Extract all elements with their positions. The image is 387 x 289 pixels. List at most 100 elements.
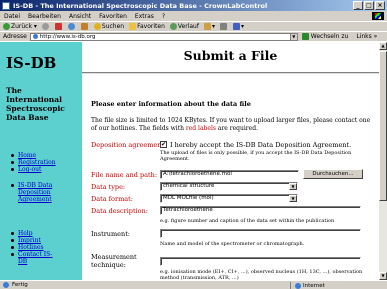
nav-hotlines: Hotlines (10, 244, 52, 251)
deposition-label: Deposition agreement: (91, 141, 167, 149)
data-format-select[interactable]: MDL MOLfile (mol) ▼ (160, 194, 298, 203)
description-label: Data description: (91, 207, 148, 215)
page-title: Submit a File (183, 48, 278, 63)
nav-imprint: Imprint (10, 237, 52, 244)
data-type-label: Data type: (91, 183, 126, 191)
favorites-icon (129, 23, 137, 30)
deposition-checkbox-text: I hereby accept the IS-DB Data Depositio… (170, 141, 352, 149)
nav-contact: Contact IS- (10, 251, 52, 258)
page-icon (32, 34, 38, 39)
nav-contact-cont: DB (18, 258, 27, 265)
nav-logout: Log-out (10, 166, 56, 173)
nav-registration-link[interactable]: Registration (18, 159, 56, 166)
browser-window: IS-DB - The International Spectroscopic … (0, 0, 387, 289)
address-input[interactable]: http://www.is-db.org ▼ (29, 32, 298, 41)
forward-button[interactable] (41, 23, 50, 30)
zone-text: Internet (303, 282, 325, 289)
nav-group-agreement: IS-DB Data (10, 182, 52, 189)
nav-group-account: Home Registration Log-out (10, 152, 56, 173)
instrument-input[interactable] (160, 229, 361, 238)
intro-text: The file size is limited to 1024 KBytes.… (91, 117, 371, 132)
menu-help[interactable]: ? (162, 13, 165, 20)
menu-bearbeiten[interactable]: Bearbeiten (28, 13, 61, 20)
close-button[interactable]: × (375, 1, 385, 10)
site-logo: IS-DB (6, 54, 57, 72)
refresh-button[interactable] (67, 23, 76, 30)
scroll-down-icon[interactable]: ▼ (379, 272, 387, 280)
nav-help-link[interactable]: Help (18, 230, 33, 237)
nav-contact-link[interactable]: Contact IS- (18, 251, 52, 258)
go-arrow-icon (301, 33, 309, 40)
menu-bar: Datei Bearbeiten Ansicht Favoriten Extra… (0, 11, 387, 21)
browse-button[interactable]: Durchsuchen... (303, 169, 363, 179)
nav-imprint-link[interactable]: Imprint (18, 237, 41, 244)
sidebar: IS-DB The International Spectroscopic Da… (0, 42, 82, 280)
title-bar: IS-DB - The International Spectroscopic … (0, 0, 387, 11)
globe-icon (295, 282, 301, 289)
nav-logout-link[interactable]: Log-out (18, 166, 41, 173)
nav-agreement: IS-DB Data (10, 182, 52, 189)
search-icon (93, 23, 101, 30)
mail-button[interactable]: ▾ (203, 23, 215, 30)
file-path-input[interactable]: A:\tetrachloroethene.mol (160, 170, 299, 179)
menu-ansicht[interactable]: Ansicht (69, 13, 91, 20)
address-label: Adresse (3, 33, 27, 40)
page-content: IS-DB The International Spectroscopic Da… (0, 42, 379, 280)
refresh-icon (67, 23, 75, 30)
nav-agreement-link-2[interactable]: Deposition (18, 189, 51, 196)
edit-button[interactable]: ▾ (232, 23, 244, 30)
nav-agreement-cont: Deposition Agreement (18, 189, 52, 203)
menu-extras[interactable]: Extras (135, 13, 154, 20)
back-button[interactable]: Zurück ▾ (3, 23, 37, 30)
window-title: IS-DB - The International Spectroscopic … (13, 1, 268, 10)
nav-contact-link-2[interactable]: DB (18, 258, 27, 265)
deposition-checkbox[interactable]: ✔ (160, 141, 167, 148)
vertical-scrollbar[interactable]: ▲ ▼ (379, 42, 387, 280)
security-zone: Internet (290, 282, 325, 289)
data-format-label: Data format: (91, 195, 133, 203)
menu-favoriten[interactable]: Favoriten (99, 13, 127, 20)
dropdown-arrow-icon: ▼ (289, 183, 297, 190)
nav-hotlines-link[interactable]: Hotlines (18, 244, 44, 251)
technique-label: Measurement technique: (91, 253, 137, 269)
instrument-note: Name and model of the spectrometer or ch… (160, 241, 305, 247)
description-input[interactable]: Tetrachloroethene (160, 206, 361, 215)
history-icon (169, 23, 177, 30)
nav-home: Home (10, 152, 56, 159)
scroll-up-icon[interactable]: ▲ (379, 42, 387, 50)
data-type-select[interactable]: chemical structure ▼ (160, 182, 298, 191)
stop-button[interactable] (54, 23, 63, 30)
description-note: e.g. figure number and caption of the da… (160, 218, 335, 224)
nav-agreement-link[interactable]: IS-DB Data (18, 182, 52, 189)
site-description: The International Spectroscopic Data Bas… (6, 86, 65, 122)
nav-help: Help (10, 230, 52, 237)
print-button[interactable] (219, 23, 228, 30)
divider (82, 72, 379, 74)
instrument-label: Instrument: (91, 230, 130, 238)
search-button[interactable]: Suchen (93, 23, 124, 30)
go-button[interactable]: Wechseln zu (301, 33, 348, 40)
edit-icon (232, 23, 240, 30)
favorites-button[interactable]: Favoriten (129, 23, 165, 30)
history-button[interactable]: Verlauf (169, 23, 199, 30)
main-panel: Submit a File Please enter information a… (82, 42, 379, 280)
address-dropdown-icon[interactable]: ▼ (289, 33, 297, 40)
scroll-thumb[interactable] (379, 51, 387, 201)
links-button[interactable]: Links » (356, 33, 377, 40)
minimize-button[interactable]: _ (353, 1, 363, 10)
file-path-label: File name and path: (91, 171, 158, 179)
home-icon (80, 23, 88, 30)
back-arrow-icon (3, 23, 10, 30)
ie-icon (2, 1, 10, 10)
menu-datei[interactable]: Datei (4, 13, 20, 20)
nav-agreement-link-3[interactable]: Agreement (18, 196, 52, 203)
data-format-value: MDL MOLfile (mol) (163, 195, 214, 201)
nav-registration: Registration (10, 159, 56, 166)
section-heading: Please enter information about the data … (91, 100, 251, 108)
home-button[interactable] (80, 23, 89, 30)
mail-icon (203, 23, 211, 30)
dropdown-arrow-icon: ▼ (289, 195, 297, 202)
maximize-button[interactable]: □ (364, 1, 374, 10)
technique-input[interactable] (160, 257, 361, 266)
nav-home-link[interactable]: Home (18, 152, 36, 159)
